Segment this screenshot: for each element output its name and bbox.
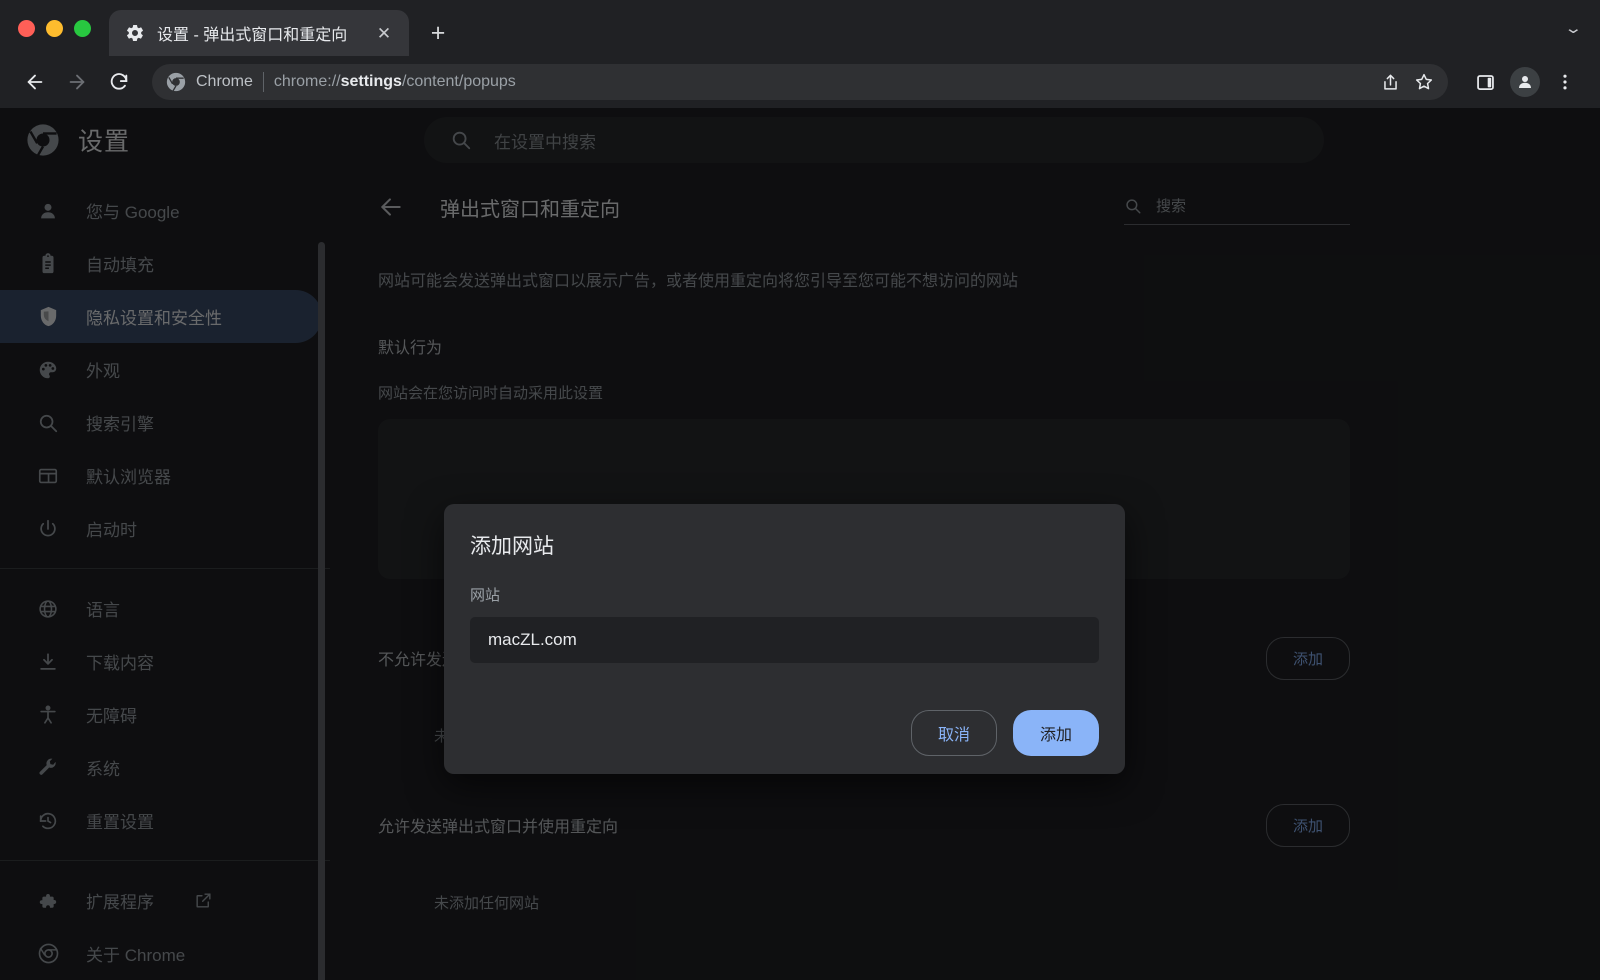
omnibox-actions <box>1374 66 1440 98</box>
chevron-down-icon[interactable]: ⌄ <box>1564 19 1583 37</box>
toolbar-right-actions <box>1462 63 1584 101</box>
forward-button[interactable] <box>58 63 96 101</box>
side-panel-icon[interactable] <box>1466 63 1504 101</box>
reload-button[interactable] <box>100 63 138 101</box>
site-input[interactable] <box>470 617 1099 663</box>
address-bar[interactable]: Chrome chrome://settings/content/popups <box>152 64 1448 100</box>
browser-toolbar: Chrome chrome://settings/content/popups <box>0 56 1600 108</box>
omnibox-divider <box>262 72 264 92</box>
browser-window: 设置 - 弹出式窗口和重定向 ✕ + ⌄ Chrome chrome://set… <box>0 0 1600 980</box>
dialog-title: 添加网站 <box>470 535 554 558</box>
window-traffic-lights <box>18 0 109 56</box>
settings-page: 设置 在设置中搜索 您与 Google <box>0 108 1600 980</box>
cancel-button[interactable]: 取消 <box>910 710 997 756</box>
url-suffix: /content/popups <box>401 73 516 90</box>
dialog-actions: 取消 添加 <box>470 710 1099 756</box>
add-site-dialog: 添加网站 网站 取消 添加 <box>444 504 1125 774</box>
more-menu-icon[interactable] <box>1546 63 1584 101</box>
omnibox-url: chrome://settings/content/popups <box>274 73 1364 91</box>
minimize-window-button[interactable] <box>46 19 63 37</box>
tab-strip: 设置 - 弹出式窗口和重定向 ✕ + ⌄ <box>0 0 1600 56</box>
url-prefix: chrome:// <box>273 73 341 90</box>
gear-icon <box>125 23 145 43</box>
close-tab-button[interactable]: ✕ <box>371 20 397 46</box>
browser-tab[interactable]: 设置 - 弹出式窗口和重定向 ✕ <box>109 10 409 56</box>
back-button[interactable] <box>16 63 54 101</box>
bookmark-star-icon[interactable] <box>1408 66 1440 98</box>
tab-title: 设置 - 弹出式窗口和重定向 <box>157 27 348 44</box>
close-window-button[interactable] <box>18 19 35 37</box>
tab-strip-right: ⌄ <box>1564 0 1600 56</box>
avatar <box>1510 67 1540 97</box>
add-button[interactable]: 添加 <box>1012 710 1099 756</box>
profile-avatar-icon[interactable] <box>1506 63 1544 101</box>
share-icon[interactable] <box>1374 66 1406 98</box>
dialog-field-label: 网站 <box>470 587 501 604</box>
chrome-logo-icon <box>166 72 186 93</box>
new-tab-button[interactable]: + <box>419 14 457 52</box>
url-bold: settings <box>340 73 402 90</box>
zoom-window-button[interactable] <box>74 19 91 37</box>
omnibox-chrome-label: Chrome <box>196 73 253 90</box>
